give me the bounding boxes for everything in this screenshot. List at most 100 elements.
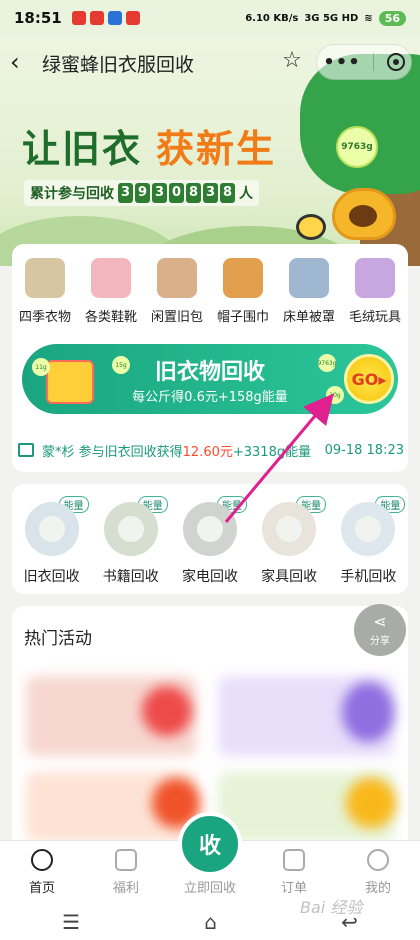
books-icon xyxy=(103,502,158,556)
recycle-now-button[interactable]: 收 xyxy=(178,812,242,876)
gift-bag-icon xyxy=(115,849,137,871)
energy-bubble[interactable]: 9763g xyxy=(336,126,378,168)
category-card: 四季衣物 各类鞋靴 闲置旧包 帽子围巾 床单被罩 毛绒玩具 11g 15g 97… xyxy=(12,244,408,472)
tab-label: 我的 xyxy=(364,881,391,896)
order-list-icon xyxy=(283,849,305,871)
counter-digit: 3 xyxy=(118,183,133,203)
speaker-icon xyxy=(18,443,34,457)
person-icon xyxy=(367,849,389,871)
activity-tile-image xyxy=(342,682,394,742)
category-clothes[interactable]: 四季衣物 xyxy=(13,258,77,325)
category-label: 毛绒玩具 xyxy=(348,310,401,325)
recycle-label: 手机回收 xyxy=(340,569,397,585)
section-title: 热门活动 xyxy=(24,629,92,649)
notification-icon xyxy=(125,11,140,25)
share-icon: ⋖ xyxy=(373,611,387,631)
category-label: 四季衣物 xyxy=(18,310,71,325)
recycle-label: 家具回收 xyxy=(261,569,318,585)
category-bags[interactable]: 闲置旧包 xyxy=(145,258,209,325)
close-miniprogram-icon[interactable] xyxy=(386,53,405,71)
status-time: 18:51 xyxy=(14,9,62,27)
signal-indicator: 3G 5G HD xyxy=(304,12,359,24)
hot-activities-card: 热门活动 xyxy=(12,606,408,846)
recycle-clothes[interactable]: 能量 旧衣回收 xyxy=(15,496,89,586)
counter-digit: 3 xyxy=(152,183,167,203)
bedding-icon xyxy=(289,258,329,298)
notification-icons xyxy=(71,11,140,25)
category-shoes[interactable]: 各类鞋靴 xyxy=(79,258,143,325)
banner-title: 旧衣物回收 xyxy=(154,360,265,385)
notification-icon xyxy=(71,11,86,25)
go-label: GO xyxy=(351,369,379,389)
recycle-row: 能量 旧衣回收 能量 书籍回收 能量 家电回收 能量 家具回收 能量 手机回收 xyxy=(12,496,408,586)
activity-tile-image xyxy=(142,686,192,736)
clothes-icon xyxy=(25,258,65,298)
more-menu-icon[interactable]: ••• xyxy=(323,52,361,73)
slogan-part-b: 获新生 xyxy=(156,127,277,171)
recycle-books[interactable]: 能量 书籍回收 xyxy=(94,496,168,586)
category-label: 帽子围巾 xyxy=(216,310,269,325)
category-toys[interactable]: 毛绒玩具 xyxy=(343,258,407,325)
share-label: 分享 xyxy=(370,635,390,647)
bee-illustration xyxy=(296,214,326,240)
recycle-label: 旧衣回收 xyxy=(23,569,80,585)
counter-digit: 8 xyxy=(186,183,201,203)
hat-icon xyxy=(223,258,263,298)
hero-slogan: 让旧衣 获新生 xyxy=(22,118,276,173)
favorite-star-icon[interactable]: ☆ xyxy=(278,48,306,76)
tab-home[interactable]: 首页 xyxy=(0,841,84,904)
recycle-appliances[interactable]: 能量 家电回收 xyxy=(173,496,247,586)
tab-label: 首页 xyxy=(28,881,55,896)
plush-toy-icon xyxy=(355,258,395,298)
slogan-part-a: 让旧衣 xyxy=(22,127,143,171)
back-arrow-icon[interactable]: ‹ xyxy=(10,50,36,76)
bag-icon xyxy=(157,258,197,298)
page-title: 绿蜜蜂旧衣服回收 xyxy=(42,54,195,76)
go-button[interactable]: GO ▸ xyxy=(344,354,394,404)
menu-icon[interactable]: ☰ xyxy=(62,910,80,934)
recycle-furniture[interactable]: 能量 家具回收 xyxy=(252,496,327,586)
counter-digit: 3 xyxy=(203,183,218,203)
banner-subtitle: 每公斤得0.6元+158g能量 xyxy=(132,390,288,405)
recycle-label: 家电回收 xyxy=(181,569,238,585)
wifi-icon: ≋ xyxy=(364,12,373,24)
counter-digits: 3 9 3 0 8 3 8 xyxy=(118,183,235,203)
counter-prefix: 累计参与回收 xyxy=(30,186,114,202)
participant-counter: 累计参与回收 3 9 3 0 8 3 8 人 xyxy=(24,180,259,206)
share-button[interactable]: ⋖ 分享 xyxy=(354,604,406,656)
recycle-types-card: 能量 旧衣回收 能量 书籍回收 能量 家电回收 能量 家具回收 能量 手机回收 xyxy=(12,484,408,594)
counter-digit: 8 xyxy=(220,183,235,203)
activity-tile-image xyxy=(346,778,396,828)
notification-icon xyxy=(107,11,122,25)
home-icon xyxy=(31,849,53,871)
ticker-time: 09-18 18:23 xyxy=(324,442,404,458)
shoes-icon xyxy=(91,258,131,298)
miniprogram-capsule: ••• xyxy=(316,44,412,80)
beehive-illustration xyxy=(332,188,396,240)
recycle-label: 书籍回收 xyxy=(102,569,159,585)
clothes-recycle-banner[interactable]: 11g 15g 9763g 10g 旧衣物回收 每公斤得0.6元+158g能量 … xyxy=(22,344,398,414)
counter-digit: 0 xyxy=(169,183,184,203)
recycle-phones[interactable]: 能量 手机回收 xyxy=(331,496,406,586)
category-bedding[interactable]: 床单被罩 xyxy=(277,258,341,325)
category-hats[interactable]: 帽子围巾 xyxy=(211,258,275,325)
counter-digit: 9 xyxy=(135,183,150,203)
sofa-icon xyxy=(262,502,317,556)
appliance-icon xyxy=(182,502,237,556)
watermark-logo: Bai 经验 xyxy=(300,898,363,917)
clothes-stack-icon xyxy=(24,502,79,556)
recycle-ticker: 蒙*杉 参与旧衣回收获得 12.60元 +3318g能量 09-18 18:23 xyxy=(18,440,404,460)
status-bar: 18:51 6.10 KB/s 3G 5G HD ≋ 56 xyxy=(0,0,420,36)
category-label: 各类鞋靴 xyxy=(84,310,137,325)
category-row: 四季衣物 各类鞋靴 闲置旧包 帽子围巾 床单被罩 毛绒玩具 xyxy=(12,258,408,325)
ticker-energy: +3318g能量 xyxy=(232,444,312,460)
net-speed: 6.10 KB/s xyxy=(245,12,299,24)
category-label: 闲置旧包 xyxy=(150,310,203,325)
phone-icon xyxy=(341,502,396,556)
ticker-money: 12.60元 xyxy=(182,444,233,460)
notification-icon xyxy=(89,11,104,25)
tab-welfare[interactable]: 福利 xyxy=(84,841,168,904)
battery-indicator: 56 xyxy=(378,10,406,26)
ticker-text: 蒙*杉 参与旧衣回收获得 xyxy=(42,444,183,460)
home-nav-icon[interactable]: ⌂ xyxy=(204,910,217,934)
